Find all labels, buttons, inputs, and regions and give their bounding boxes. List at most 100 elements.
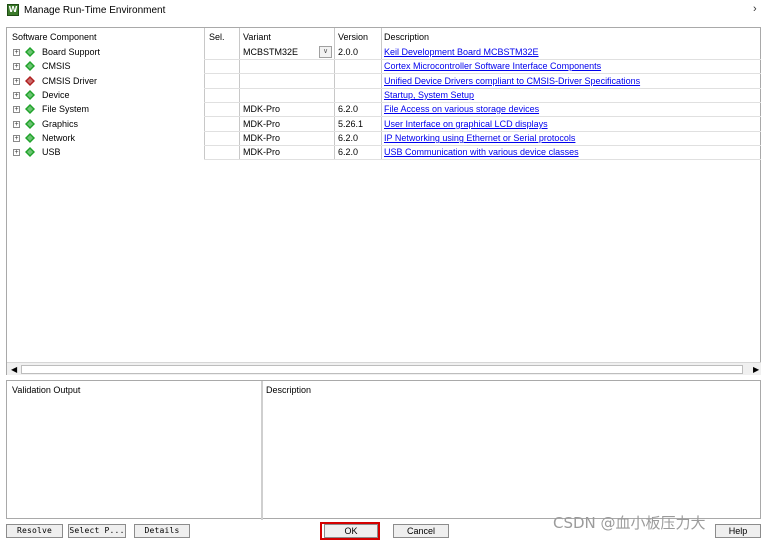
component-cell[interactable]: + CMSIS Driver <box>12 74 202 88</box>
version-cell: 6.2.0 <box>338 147 359 157</box>
component-cell[interactable]: + USB <box>12 145 202 159</box>
table-row[interactable]: + Network MDK-Pro 6.2.0 IP Networking using … <box>7 131 761 145</box>
validation-panel: Validation Output Description <box>6 380 761 520</box>
cancel-button[interactable]: Cancel <box>393 524 449 538</box>
component-cell[interactable]: + Graphics <box>12 117 202 131</box>
variant-cell[interactable] <box>243 74 337 88</box>
scroll-right-arrow-icon[interactable]: ▶ <box>753 365 759 374</box>
sel-cell[interactable] <box>209 145 239 159</box>
component-cell[interactable]: + Board Support <box>12 45 202 59</box>
green-gem-icon <box>25 104 35 114</box>
expand-icon[interactable]: + <box>13 121 20 128</box>
green-gem-icon <box>25 133 35 143</box>
component-name: CMSIS Driver <box>42 76 98 86</box>
version-cell <box>338 88 382 102</box>
version-cell: 6.2.0 <box>338 104 359 114</box>
description-link[interactable]: Startup, System Setup <box>384 90 474 100</box>
table-row[interactable]: + CMSIS Driver Unified Device Drivers comp… <box>7 74 761 88</box>
description-link[interactable]: User Interface on graphical LCD displays <box>384 119 548 129</box>
component-cell[interactable]: + CMSIS <box>12 59 202 73</box>
component-cell[interactable]: + Network <box>12 131 202 145</box>
version-cell: 6.2.0 <box>338 133 359 143</box>
help-button[interactable]: Help <box>715 524 761 538</box>
close-icon[interactable]: › <box>753 3 757 15</box>
header-software-component[interactable]: Software Component <box>12 29 202 45</box>
version-cell: 5.26.1 <box>338 119 364 129</box>
expand-icon[interactable]: + <box>13 78 20 85</box>
table-row[interactable]: + Graphics MDK-Pro 5.26.1 User Interface on … <box>7 117 761 131</box>
expand-icon[interactable]: + <box>13 135 20 142</box>
expand-icon[interactable]: + <box>13 49 20 56</box>
header-version[interactable]: Version <box>338 29 382 45</box>
green-gem-icon <box>25 61 35 71</box>
description-cell: IP Networking using Ethernet or Serial p… <box>384 131 761 145</box>
description-cell: User Interface on graphical LCD displays <box>384 117 761 131</box>
sel-cell[interactable] <box>209 74 239 88</box>
component-name: USB <box>42 147 61 157</box>
variant-cell[interactable] <box>243 88 337 102</box>
version-cell <box>338 59 382 73</box>
table-row[interactable]: + Board Support MCBSTM32E ∨ 2.0.0 Keil Develo… <box>7 45 761 59</box>
description-cell: Keil Development Board MCBSTM32E <box>384 45 761 59</box>
variant-cell[interactable] <box>243 59 337 73</box>
component-name: Board Support <box>42 47 101 57</box>
sel-cell[interactable] <box>209 45 239 59</box>
horizontal-scrollbar[interactable]: ◀ ▶ <box>7 362 761 375</box>
variant-cell[interactable]: MDK-Pro <box>243 145 337 159</box>
component-name: Device <box>42 90 70 100</box>
header-variant[interactable]: Variant <box>243 29 337 45</box>
component-cell[interactable]: + File System <box>12 102 202 116</box>
component-name: CMSIS <box>42 61 71 71</box>
sel-cell[interactable] <box>209 131 239 145</box>
sel-cell[interactable] <box>209 88 239 102</box>
description-link[interactable]: Cortex Microcontroller Software Interfac… <box>384 61 601 71</box>
panel-divider[interactable] <box>261 381 263 520</box>
expand-icon[interactable]: + <box>13 149 20 156</box>
scrollbar-thumb[interactable] <box>21 365 743 374</box>
header-description[interactable]: Description <box>384 29 761 45</box>
description-cell: Unified Device Drivers compliant to CMSI… <box>384 74 761 88</box>
sel-cell[interactable] <box>209 59 239 73</box>
validation-output-header: Validation Output <box>12 385 81 395</box>
expand-icon[interactable]: + <box>13 63 20 70</box>
component-name: File System <box>42 104 90 114</box>
description-link[interactable]: Keil Development Board MCBSTM32E <box>384 47 539 57</box>
green-gem-icon <box>25 47 35 57</box>
variant-dropdown-chevron-down-icon[interactable]: ∨ <box>319 46 332 58</box>
validation-description-header: Description <box>266 385 312 395</box>
sel-cell[interactable] <box>209 102 239 116</box>
table-row[interactable]: + Device Startup, System Setup <box>7 88 761 102</box>
table-row[interactable]: + File System MDK-Pro 6.2.0 File Access on v… <box>7 102 761 116</box>
resolve-button[interactable]: Resolve <box>6 524 63 538</box>
component-name: Network <box>42 133 76 143</box>
scroll-left-arrow-icon[interactable]: ◀ <box>11 365 17 374</box>
select-packs-button[interactable]: Select P... <box>68 524 126 538</box>
expand-icon[interactable]: + <box>13 92 20 99</box>
expand-icon[interactable]: + <box>13 106 20 113</box>
description-cell: Startup, System Setup <box>384 88 761 102</box>
red-gem-icon <box>25 76 35 86</box>
variant-cell[interactable]: MDK-Pro <box>243 131 337 145</box>
table-row[interactable]: + CMSIS Cortex Microcontroller Software In… <box>7 59 761 73</box>
description-cell: File Access on various storage devices <box>384 102 761 116</box>
variant-cell[interactable]: MDK-Pro <box>243 102 337 116</box>
window-title: Manage Run-Time Environment <box>24 5 166 16</box>
description-link[interactable]: File Access on various storage devices <box>384 104 539 114</box>
description-cell: Cortex Microcontroller Software Interfac… <box>384 59 761 73</box>
details-button[interactable]: Details <box>134 524 190 538</box>
green-gem-icon <box>25 119 35 129</box>
description-link[interactable]: IP Networking using Ethernet or Serial p… <box>384 133 575 143</box>
table-row[interactable]: + USB MDK-Pro 6.2.0 USB Communication with v… <box>7 145 761 159</box>
header-sel[interactable]: Sel. <box>209 29 239 45</box>
variant-cell[interactable]: MDK-Pro <box>243 117 337 131</box>
description-link[interactable]: USB Communication with various device cl… <box>384 147 579 157</box>
sel-cell[interactable] <box>209 117 239 131</box>
component-grid-panel: Software Component Sel. Variant Version … <box>6 27 761 375</box>
version-cell: 2.0.0 <box>338 47 359 57</box>
description-link[interactable]: Unified Device Drivers compliant to CMSI… <box>384 76 640 86</box>
green-gem-icon <box>25 147 35 157</box>
ok-button[interactable]: OK <box>324 524 378 538</box>
component-cell[interactable]: + Device <box>12 88 202 102</box>
title-bar: W Manage Run-Time Environment › <box>0 0 761 22</box>
component-name: Graphics <box>42 119 79 129</box>
